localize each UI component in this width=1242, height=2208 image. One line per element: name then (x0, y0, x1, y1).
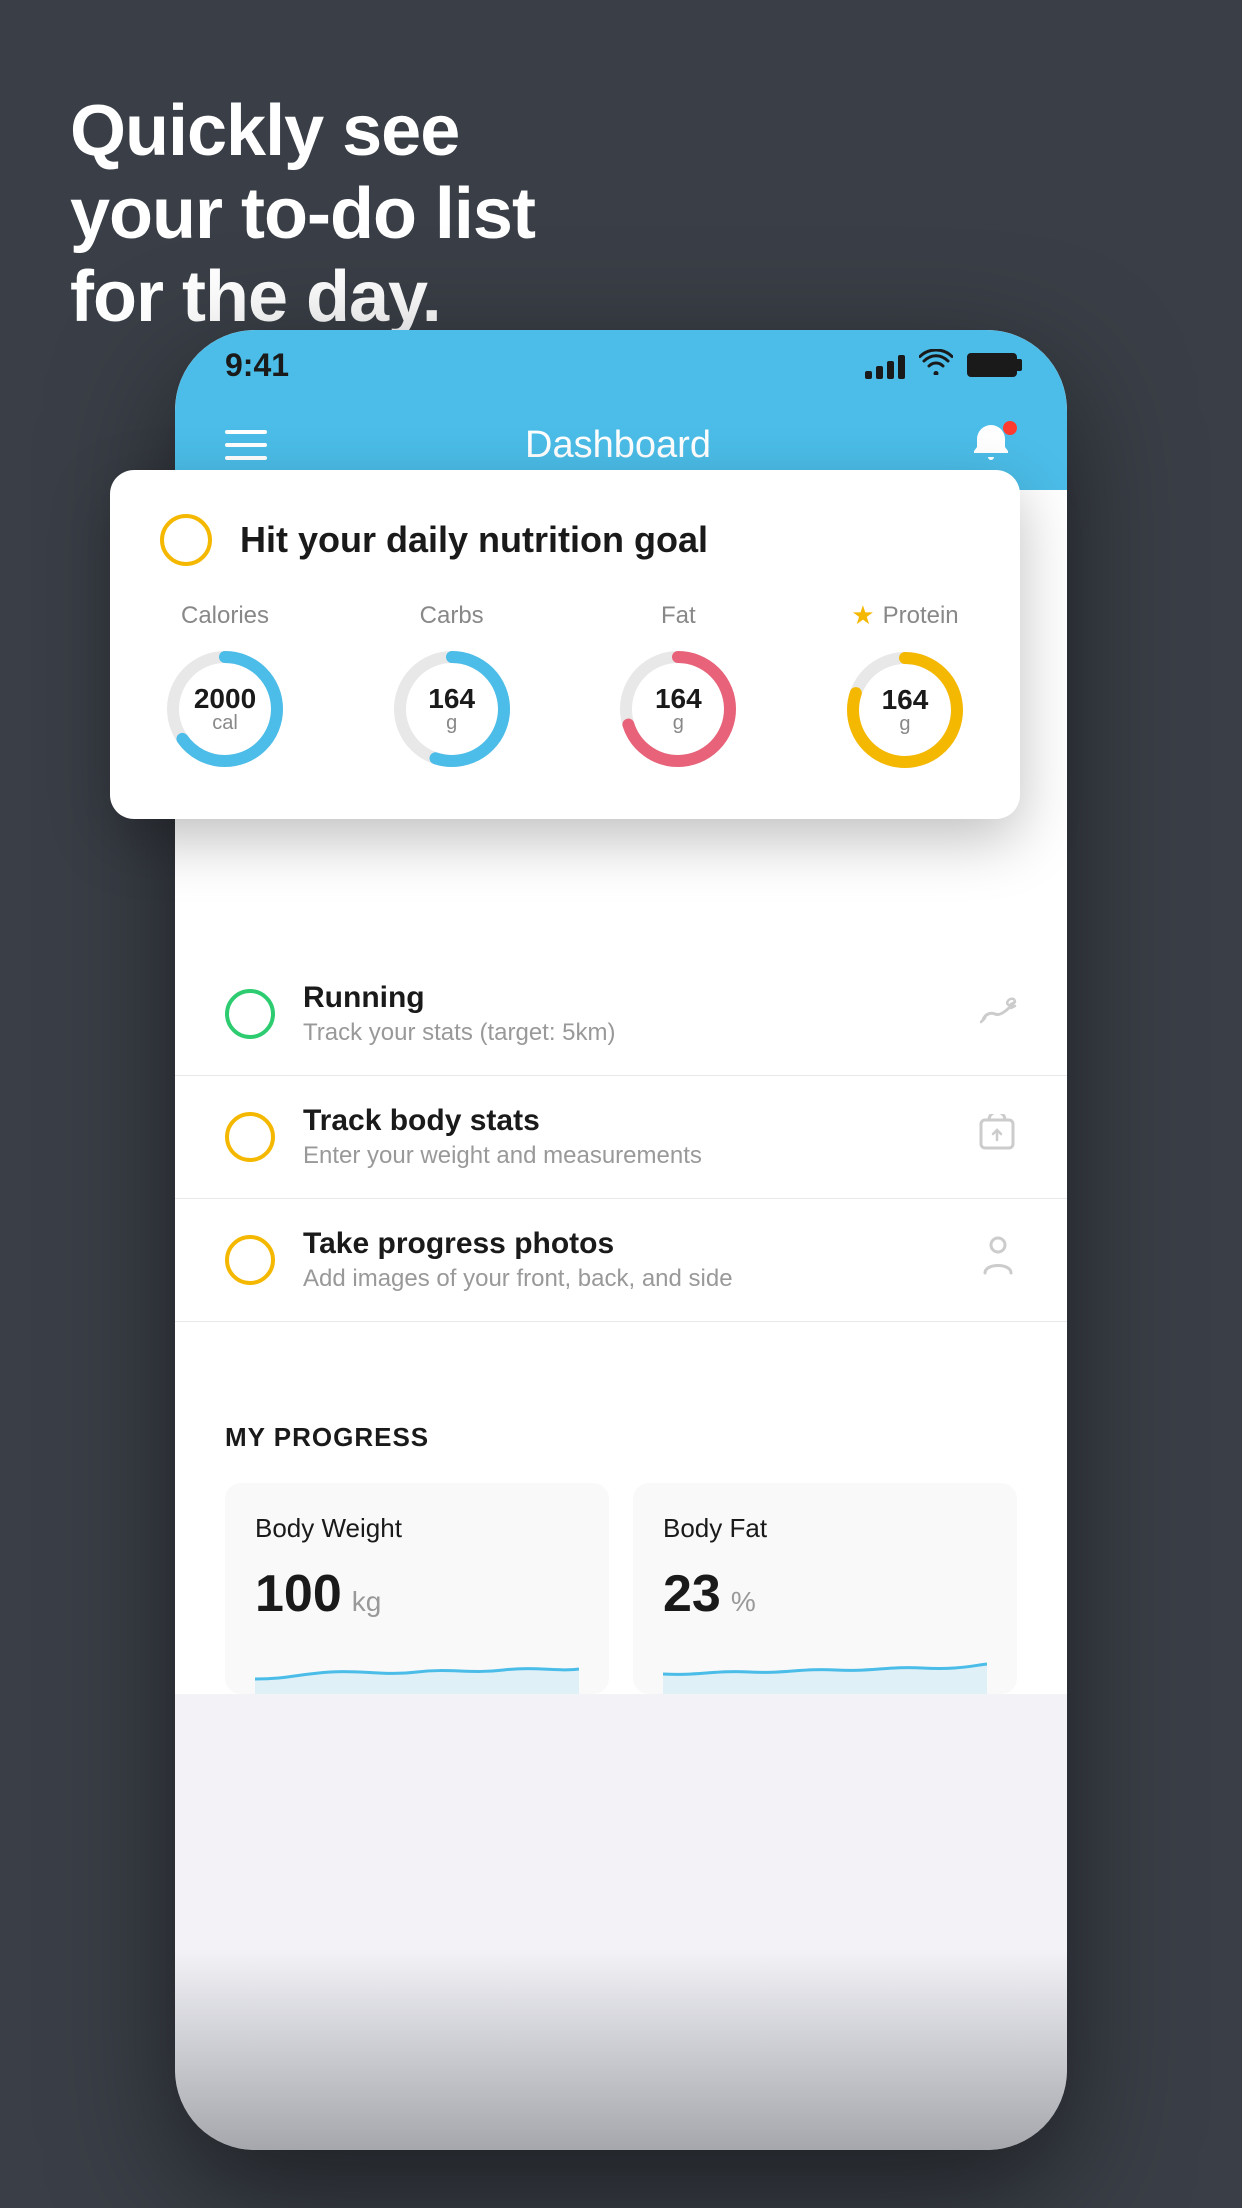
fat-donut: 164 g (613, 644, 743, 774)
protein-label: ★ Protein (851, 600, 958, 631)
headline-line2: your to-do list (70, 173, 535, 256)
todo-subtitle: Enter your weight and measurements (303, 1142, 949, 1170)
todo-checkbox-running[interactable] (225, 989, 275, 1039)
todo-list: Running Track your stats (target: 5km) (175, 953, 1067, 1382)
nutrition-item-protein: ★ Protein 164 g (840, 600, 970, 775)
progress-cards: Body Weight 100 kg (225, 1483, 1017, 1694)
body-weight-unit: kg (352, 1586, 382, 1618)
nutrition-checkbox[interactable] (160, 514, 212, 566)
header-title: Dashboard (525, 424, 711, 467)
body-fat-value: 23 (663, 1564, 721, 1624)
running-icon (975, 992, 1017, 1037)
body-fat-value-row: 23 % (663, 1564, 987, 1624)
nutrition-card: Hit your daily nutrition goal Calories 2… (110, 470, 1020, 819)
list-item[interactable]: Track body stats Enter your weight and m… (175, 1076, 1067, 1199)
star-icon: ★ (851, 600, 874, 631)
nutrition-circles: Calories 2000 cal Carbs (160, 600, 970, 775)
body-fat-chart (663, 1644, 987, 1694)
wifi-icon (919, 349, 953, 382)
notification-bell-button[interactable] (969, 421, 1017, 469)
progress-section: MY PROGRESS Body Weight 100 kg (175, 1382, 1067, 1694)
headline: Quickly see your to-do list for the day. (70, 90, 535, 338)
body-weight-title: Body Weight (255, 1513, 579, 1544)
body-fat-title: Body Fat (663, 1513, 987, 1544)
body-weight-card[interactable]: Body Weight 100 kg (225, 1483, 609, 1694)
headline-line3: for the day. (70, 256, 535, 339)
body-weight-value: 100 (255, 1564, 342, 1624)
calories-label: Calories (181, 602, 269, 630)
todo-title: Running (303, 981, 947, 1015)
todo-checkbox-progress-photos[interactable] (225, 1235, 275, 1285)
status-bar: 9:41 (175, 330, 1067, 400)
nutrition-item-calories: Calories 2000 cal (160, 602, 290, 774)
nutrition-item-fat: Fat 164 g (613, 602, 743, 774)
carbs-label: Carbs (420, 602, 484, 630)
todo-text-body-stats: Track body stats Enter your weight and m… (303, 1104, 949, 1170)
todo-checkbox-body-stats[interactable] (225, 1112, 275, 1162)
body-fat-unit: % (731, 1586, 756, 1618)
battery-icon (967, 353, 1017, 377)
status-icons (865, 349, 1017, 382)
signal-icon (865, 351, 905, 379)
body-weight-value-row: 100 kg (255, 1564, 579, 1624)
todo-title: Track body stats (303, 1104, 949, 1138)
todo-title: Take progress photos (303, 1227, 951, 1261)
calories-donut: 2000 cal (160, 644, 290, 774)
nutrition-item-carbs: Carbs 164 g (387, 602, 517, 774)
todo-subtitle: Add images of your front, back, and side (303, 1265, 951, 1293)
list-item[interactable]: Take progress photos Add images of your … (175, 1199, 1067, 1322)
menu-button[interactable] (225, 430, 267, 460)
todo-subtitle: Track your stats (target: 5km) (303, 1019, 947, 1047)
todo-text-progress-photos: Take progress photos Add images of your … (303, 1227, 951, 1293)
bottom-shadow (175, 1950, 1067, 2150)
notification-dot (1003, 421, 1017, 435)
headline-line1: Quickly see (70, 90, 535, 173)
body-weight-chart (255, 1644, 579, 1694)
todo-text-running: Running Track your stats (target: 5km) (303, 981, 947, 1047)
list-item[interactable]: Running Track your stats (target: 5km) (175, 953, 1067, 1076)
person-icon (979, 1235, 1017, 1286)
protein-donut: 164 g (840, 645, 970, 775)
body-fat-card[interactable]: Body Fat 23 % (633, 1483, 1017, 1694)
nutrition-card-title-row: Hit your daily nutrition goal (160, 514, 970, 566)
nutrition-card-title: Hit your daily nutrition goal (240, 519, 708, 561)
carbs-donut: 164 g (387, 644, 517, 774)
progress-section-title: MY PROGRESS (225, 1422, 1017, 1453)
scale-icon (977, 1114, 1017, 1161)
fat-label: Fat (661, 602, 696, 630)
status-time: 9:41 (225, 347, 289, 384)
